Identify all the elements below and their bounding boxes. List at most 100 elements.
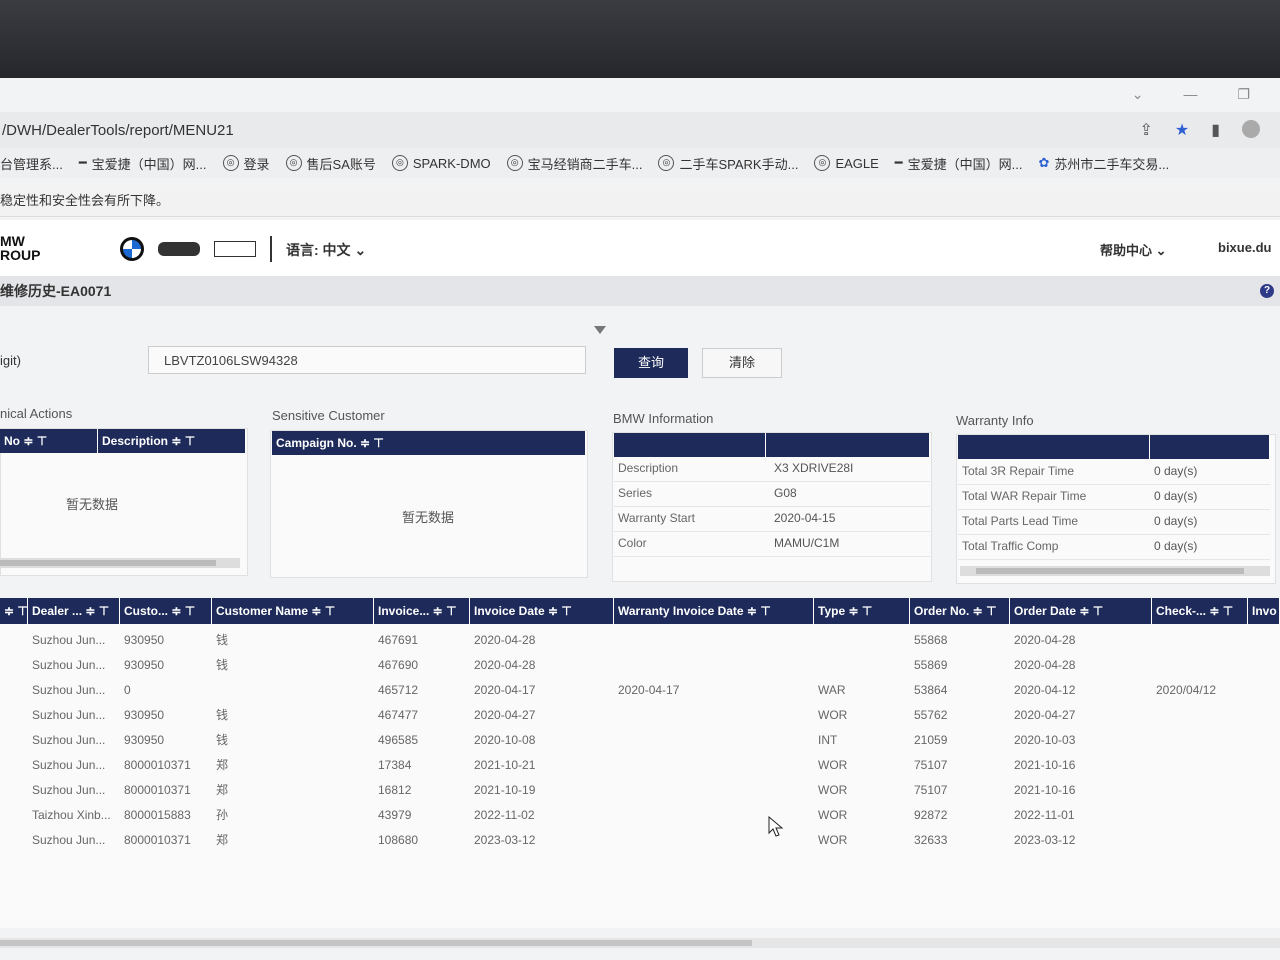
bookmark-8[interactable]: ◎ EAGLE [814, 155, 879, 171]
table-cell: 467691 [378, 633, 419, 647]
address-bar[interactable]: /DWH/DealerTools/report/MENU21 ⇪ ★ ▮ [0, 112, 1280, 148]
table-cell: 2020/04/12 [1156, 683, 1217, 697]
info-row: Total Parts Lead Time 0 day(s) [958, 509, 1270, 535]
bookmark-3[interactable]: ◎ 登录 [222, 154, 270, 173]
vin-label: igit) [0, 353, 21, 368]
bookmark-5[interactable]: ◎ SPARK-DMO [391, 155, 491, 171]
column-header[interactable]: Check-... ≑ ⊤ [1152, 598, 1248, 624]
restore-icon[interactable]: ❐ [1237, 86, 1250, 103]
brand-logos [120, 236, 272, 262]
help-icon[interactable]: ? [1260, 284, 1274, 298]
table-row[interactable]: Suzhou Jun... 8000010371 郑 16812 2021-10-19 W… [0, 778, 1280, 803]
table-cell: 2022-11-01 [1014, 808, 1075, 822]
table-horizontal-scrollbar[interactable] [0, 938, 1280, 948]
column-header[interactable]: Invoice... ≑ ⊤ [374, 598, 470, 624]
column-header[interactable]: Custo... ≑ ⊤ [120, 598, 212, 624]
scrollbar[interactable] [960, 566, 1270, 576]
table-cell: 2020-10-08 [474, 733, 536, 747]
bookmark-4[interactable]: ◎ 售后SA账号 [285, 154, 376, 173]
sensitive-customer-header: Campaign No. ≑ ⊤ [272, 431, 586, 455]
sidepanel-icon[interactable]: ▮ [1211, 120, 1220, 140]
table-row[interactable]: Suzhou Jun... 930950 钱 496585 2020-10-08 INT 2… [0, 728, 1280, 753]
table-cell: 2021-10-21 [474, 758, 536, 772]
table-row[interactable]: Suzhou Jun... 0 465712 2020-04-17 2020-04-17… [0, 678, 1280, 703]
chevron-down-icon: ⌄ [1155, 243, 1167, 258]
collapse-caret-icon[interactable] [594, 326, 606, 334]
warranty-info-title: Warranty Info [956, 413, 1034, 428]
table-row[interactable]: Suzhou Jun... 930950 钱 467690 2020-04-28 5586… [0, 653, 1280, 678]
table-cell: 465712 [378, 683, 419, 697]
bookmarks-bar: 台管理系... ━ 宝爱捷（中国）网... ◎ 登录 ◎ 售后SA账号 ◎ SPARK-… [0, 148, 1280, 178]
table-cell: 郑 [216, 758, 229, 772]
table-cell: 21059 [914, 733, 948, 747]
column-header[interactable]: ≑ ⊤ [0, 598, 28, 624]
column-campaign-no[interactable]: Campaign No. ≑ ⊤ [272, 431, 586, 455]
url-text[interactable]: /DWH/DealerTools/report/MENU21 [2, 122, 234, 139]
table-row[interactable]: Suzhou Jun... 930950 钱 467477 2020-04-27 WOR 5… [0, 703, 1280, 728]
help-center-menu[interactable]: 帮助中心 ⌄ [1100, 240, 1167, 259]
star-icon[interactable]: ★ [1175, 120, 1189, 140]
bmw-group-logo: MW ROUP [0, 233, 41, 263]
table-row[interactable]: Suzhou Jun... 930950 钱 467691 2020-04-28 5586… [0, 628, 1280, 653]
gear-icon: ✿ [1038, 155, 1050, 170]
vin-input[interactable]: LBVTZ0106LSW94328 [148, 346, 586, 374]
column-header[interactable]: Order Date ≑ ⊤ [1010, 598, 1152, 624]
column-header[interactable]: Order No. ≑ ⊤ [910, 598, 1010, 624]
table-cell: 467477 [378, 708, 419, 722]
column-header[interactable]: Invoice Date ≑ ⊤ [470, 598, 614, 624]
column-header[interactable]: Dealer ... ≑ ⊤ [28, 598, 120, 624]
table-cell: 2020-10-03 [1014, 733, 1076, 747]
bookmark-10[interactable]: ✿ 苏州市二手车交易... [1038, 154, 1169, 173]
bookmark-1[interactable]: 台管理系... [0, 154, 63, 173]
table-cell: 孙 [216, 808, 229, 822]
globe-icon: ◎ [658, 155, 675, 171]
table-header: ≑ ⊤ Dealer ... ≑ ⊤ Custo... ≑ ⊤ Customer… [0, 598, 1280, 624]
column-header[interactable]: Customer Name ≑ ⊤ [212, 598, 374, 624]
table-cell: Suzhou Jun... [32, 783, 106, 797]
table-cell: 930950 [124, 658, 165, 672]
clear-button[interactable]: 清除 [702, 348, 782, 378]
rolls-royce-logo-icon [214, 241, 256, 257]
table-cell: 2022-11-02 [474, 808, 535, 822]
table-cell: 2020-04-28 [474, 658, 536, 672]
table-row[interactable]: Taizhou Xinb... 8000015883 孙 43979 2022-11-0… [0, 803, 1280, 828]
table-cell: 75107 [914, 783, 948, 797]
table-cell: Suzhou Jun... [32, 833, 106, 847]
bookmark-9[interactable]: ━ 宝爱捷（中国）网... [895, 154, 1023, 173]
minimize-icon[interactable]: — [1183, 86, 1197, 103]
column-header[interactable]: Type ≑ ⊤ [814, 598, 910, 624]
user-name[interactable]: bixue.du [1218, 240, 1271, 255]
column-description[interactable]: Description ≑ ⊤ [98, 429, 246, 453]
globe-icon: ◎ [814, 155, 831, 171]
column-header[interactable]: Invo [1248, 598, 1280, 624]
table-cell: WAR [818, 683, 846, 697]
bookmark-2[interactable]: ━ 宝爱捷（中国）网... [79, 154, 207, 173]
share-icon[interactable]: ⇪ [1139, 120, 1152, 140]
table-row[interactable]: Suzhou Jun... 8000010371 郑 108680 2023-03-12… [0, 828, 1280, 853]
chevron-down-icon[interactable]: ⌄ [1132, 86, 1144, 103]
table-row[interactable]: Suzhou Jun... 8000010371 郑 17384 2021-10-21 W… [0, 753, 1280, 778]
bookmark-6[interactable]: ◎ 宝马经销商二手车... [506, 154, 642, 173]
window-controls: ⌄ — ❐ [1132, 86, 1250, 103]
column-no[interactable]: No ≑ ⊤ [0, 429, 98, 453]
globe-icon: ◎ [506, 155, 523, 171]
language-selector[interactable]: 语言: 中文 ⌄ [286, 240, 366, 260]
table-cell: 2020-04-17 [474, 683, 536, 697]
scrollbar[interactable] [0, 558, 240, 568]
empty-text: 暂无数据 [402, 510, 455, 525]
bookmark-7[interactable]: ◎ 二手车SPARK手动... [658, 154, 798, 173]
table-cell: 8000010371 [124, 833, 191, 847]
column-header[interactable]: Warranty Invoice Date ≑ ⊤ [614, 598, 814, 624]
table-cell: Taizhou Xinb... [32, 808, 111, 822]
table-cell: Suzhou Jun... [32, 733, 106, 747]
table-cell: 8000015883 [124, 808, 191, 822]
query-button[interactable]: 查询 [614, 348, 688, 378]
table-cell: WOR [818, 808, 848, 822]
table-cell: Suzhou Jun... [32, 708, 106, 722]
table-cell: 郑 [216, 783, 229, 797]
table-cell: WOR [818, 758, 848, 772]
table-cell: WOR [818, 783, 848, 797]
info-row: Series G08 [614, 481, 930, 507]
profile-icon[interactable] [1242, 120, 1260, 138]
bmw-information-title: BMW Information [613, 411, 714, 426]
